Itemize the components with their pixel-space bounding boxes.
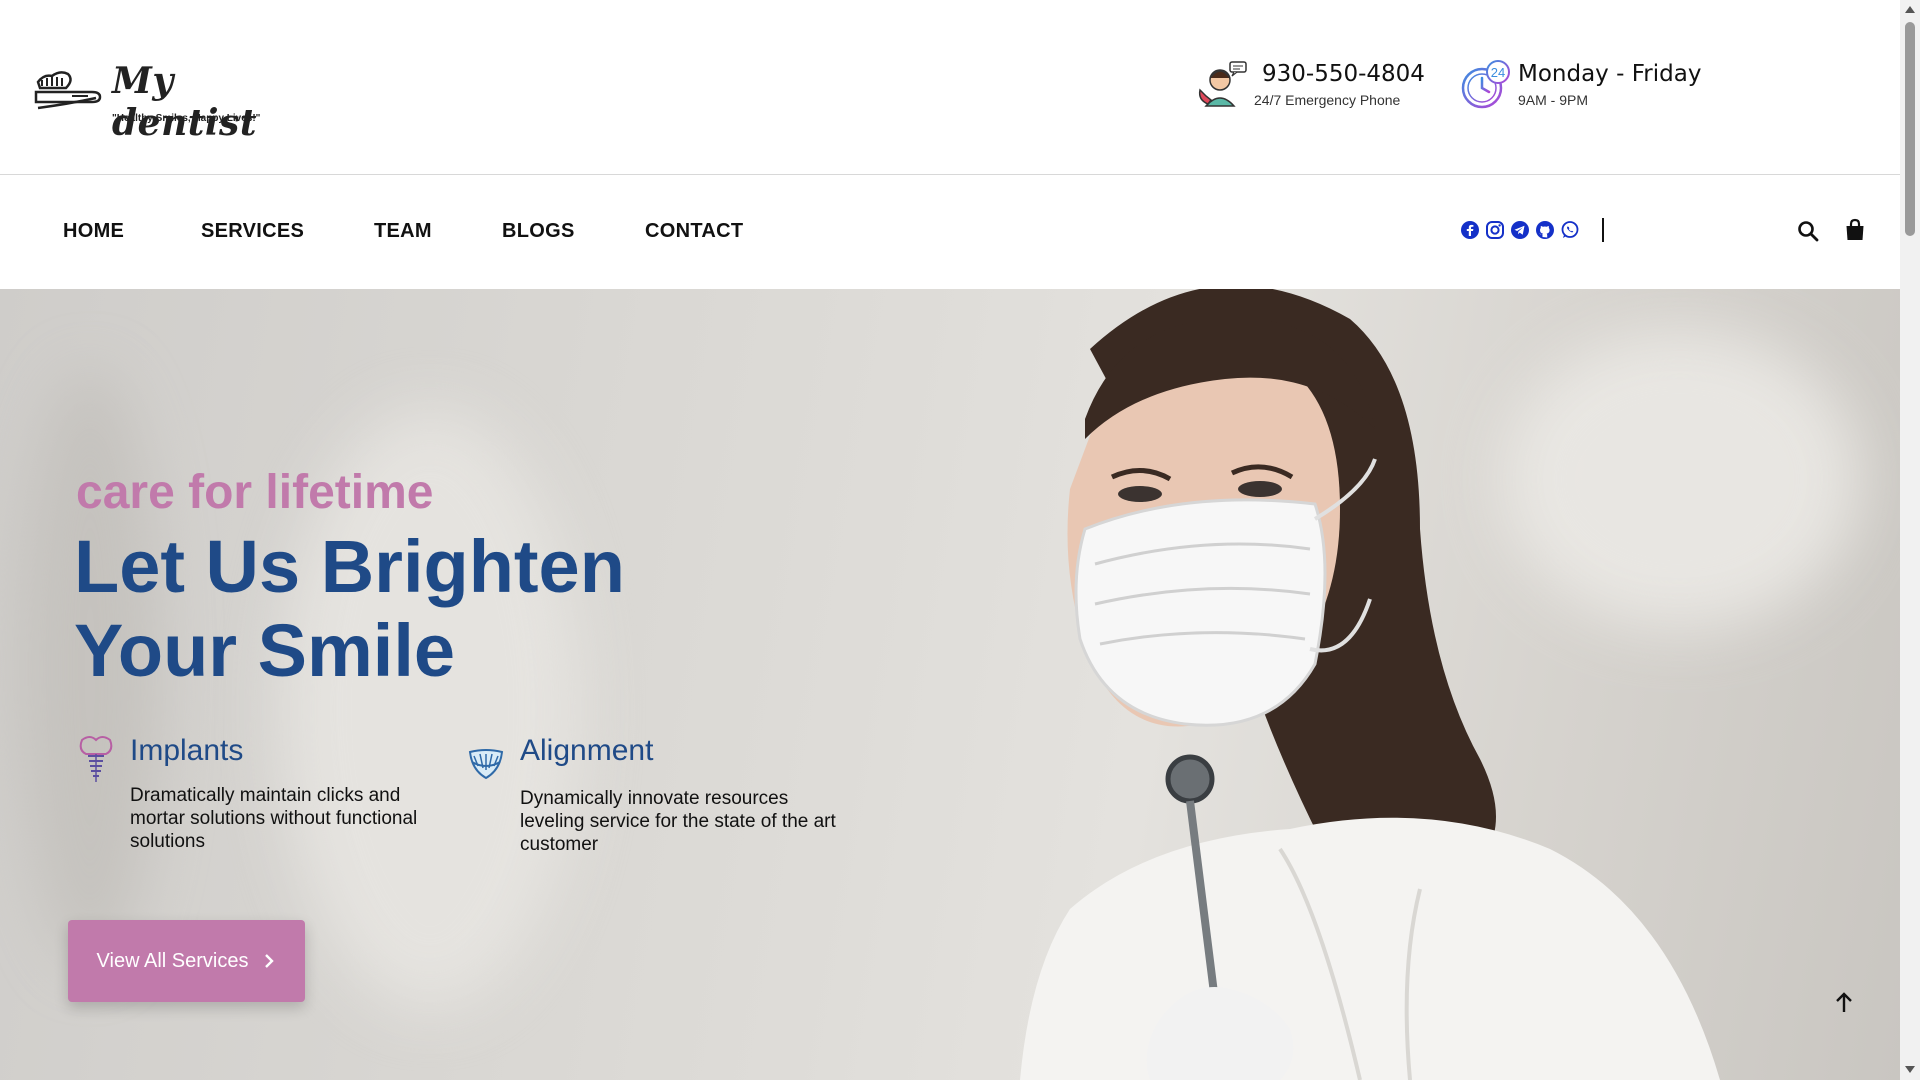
chevron-right-icon (265, 954, 275, 968)
instagram-icon[interactable] (1485, 220, 1505, 240)
feature-title: Alignment (520, 734, 654, 767)
hero-section: care for lifetime Let Us Brighten Your S… (0, 289, 1900, 1080)
social-links (1460, 220, 1580, 240)
headline-line-1: Let Us Brighten (74, 525, 625, 608)
toothbrush-logo-icon (34, 71, 102, 110)
emergency-phone-block[interactable]: 930-550-4804 24/7 Emergency Phone (1196, 58, 1436, 114)
dentist-photo (1020, 289, 1720, 1080)
nav-home[interactable]: HOME (63, 220, 124, 243)
nav-contact[interactable]: CONTACT (645, 220, 743, 243)
open-hours: 9AM - 9PM (1518, 92, 1589, 108)
feature-description: Dynamically innovate resources leveling … (520, 788, 836, 855)
github-icon[interactable] (1535, 220, 1555, 240)
nav-services[interactable]: SERVICES (201, 220, 304, 243)
implant-icon (79, 736, 113, 782)
search-icon[interactable] (1797, 220, 1819, 242)
scrollbar-thumb[interactable] (1905, 22, 1915, 236)
telegram-icon[interactable] (1510, 220, 1530, 240)
headline-line-2: Your Smile (74, 609, 456, 692)
phone-number[interactable]: 930-550-4804 (1262, 61, 1425, 87)
hero-eyebrow: care for lifetime (76, 466, 434, 519)
facebook-icon[interactable] (1460, 220, 1480, 240)
page-scrollbar[interactable] (1900, 0, 1920, 1080)
feature-description: Dramatically maintain clicks and mortar … (130, 785, 418, 852)
nav-blogs[interactable]: BLOGS (502, 220, 575, 243)
brand-name: My dentist (112, 60, 257, 144)
brand-tagline: "Healthy Smiles, Happy Lives!" (112, 113, 261, 124)
site-logo[interactable]: My dentist "Healthy Smiles, Happy Lives!… (32, 60, 292, 144)
clock-24-icon: 24 (1461, 60, 1510, 109)
hero-headline: Let Us Brighten Your Smile (74, 525, 774, 693)
opening-hours-block: 24 Monday - Friday 9AM - 9PM (1460, 58, 1710, 114)
cta-label: View All Services (96, 949, 249, 972)
open-days: Monday - Friday (1518, 61, 1702, 87)
phone-support-icon (1198, 61, 1247, 107)
scroll-up-arrow[interactable] (1905, 6, 1915, 13)
clock-badge-text: 24 (1491, 65, 1505, 80)
whatsapp-icon[interactable] (1560, 220, 1580, 240)
phone-label: 24/7 Emergency Phone (1254, 92, 1401, 108)
feature-title: Implants (130, 734, 244, 767)
top-header: My dentist "Healthy Smiles, Happy Lives!… (0, 0, 1900, 175)
nav-divider (1602, 218, 1604, 242)
back-to-top-icon[interactable] (1832, 991, 1856, 1015)
view-all-services-button[interactable]: View All Services (68, 920, 305, 1002)
nav-team[interactable]: TEAM (374, 220, 432, 243)
shopping-bag-icon[interactable] (1845, 218, 1865, 242)
alignment-icon (468, 749, 504, 780)
scroll-down-arrow[interactable] (1905, 1066, 1915, 1073)
main-nav: HOME SERVICES TEAM BLOGS CONTACT (0, 176, 1900, 289)
